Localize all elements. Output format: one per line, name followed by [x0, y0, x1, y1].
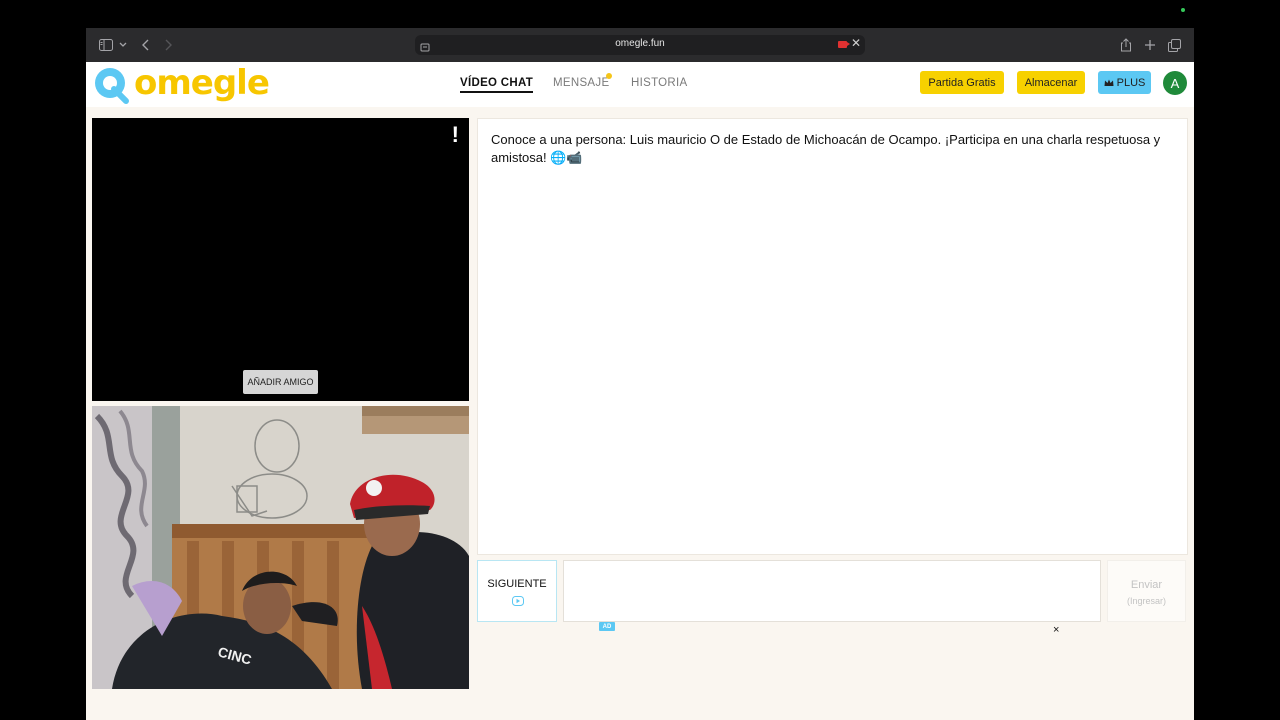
report-icon[interactable]: !	[452, 122, 459, 148]
browser-window: omegle.fun ✕ omegle VÍDEO CHAT MENSAJE H…	[86, 28, 1194, 720]
send-button[interactable]: Enviar (Ingresar)	[1107, 560, 1186, 622]
tab-overview-icon[interactable]	[1168, 37, 1181, 53]
share-icon[interactable]	[1120, 37, 1132, 53]
nav-message[interactable]: MENSAJE	[553, 77, 609, 89]
play-icon	[512, 596, 524, 606]
camera-recording-icon[interactable]	[838, 41, 850, 48]
send-label: Enviar	[1130, 579, 1163, 591]
notification-dot	[606, 73, 612, 79]
address-bar[interactable]: omegle.fun ✕	[415, 35, 865, 55]
camera-indicator-dot	[1181, 8, 1185, 12]
close-tab-icon[interactable]: ✕	[851, 36, 861, 50]
nav-history[interactable]: HISTORIA	[631, 77, 688, 89]
site-header: omegle VÍDEO CHAT MENSAJE HISTORIA Parti…	[86, 62, 1194, 107]
add-friend-button[interactable]: AÑADIR AMIGO	[243, 370, 318, 394]
store-button[interactable]: Almacenar	[1017, 71, 1085, 94]
crown-icon	[1104, 79, 1114, 86]
avatar[interactable]: A	[1163, 71, 1187, 95]
ad-close-icon[interactable]: ×	[1053, 624, 1059, 636]
message-input[interactable]	[563, 560, 1101, 622]
nav-video-chat[interactable]: VÍDEO CHAT	[460, 77, 534, 93]
plus-button[interactable]: PLUS	[1098, 71, 1151, 94]
omegle-logo[interactable]: omegle	[92, 63, 270, 105]
next-button[interactable]: SIGUIENTE	[477, 560, 557, 622]
next-label: SIGUIENTE	[487, 578, 547, 590]
omegle-logo-text: omegle	[134, 63, 270, 103]
self-camera-video: CINC	[92, 406, 469, 689]
sidebar-toggle-icon[interactable]	[99, 37, 113, 53]
new-tab-icon[interactable]	[1144, 37, 1156, 53]
system-message: Conoce a una persona: Luis mauricio O de…	[491, 132, 1161, 165]
plus-label: PLUS	[1116, 76, 1146, 89]
chat-log[interactable]: Conoce a una persona: Luis mauricio O de…	[477, 118, 1188, 555]
ad-badge: AD	[599, 622, 615, 631]
url-text: omegle.fun	[615, 38, 665, 49]
camera-feed-image: CINC	[92, 406, 469, 689]
forward-icon[interactable]	[164, 37, 172, 53]
browser-toolbar: omegle.fun ✕	[86, 28, 1194, 62]
free-game-button[interactable]: Partida Gratis	[920, 71, 1004, 94]
stranger-video: ! AÑADIR AMIGO	[92, 118, 469, 401]
send-hint: (Ingresar)	[1126, 596, 1166, 606]
back-icon[interactable]	[142, 37, 150, 53]
omegle-logo-icon	[95, 68, 129, 104]
chevron-down-icon[interactable]	[119, 37, 127, 53]
